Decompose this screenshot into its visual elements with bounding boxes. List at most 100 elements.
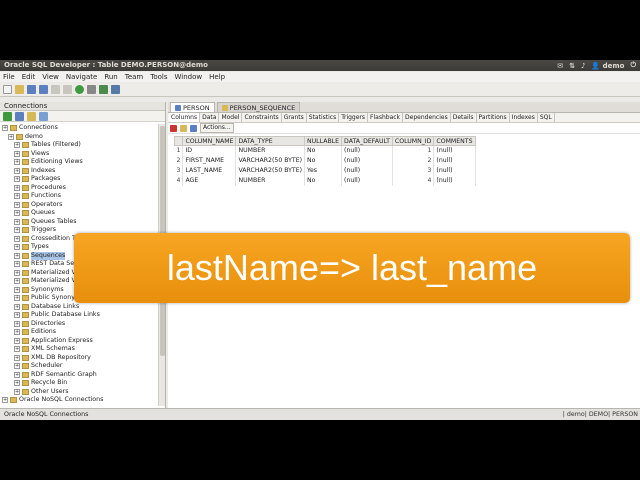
- refresh-grid-icon[interactable]: [190, 124, 197, 132]
- tree-item[interactable]: + Queues: [0, 209, 158, 218]
- tree-item[interactable]: + demo: [0, 133, 158, 142]
- expand-icon[interactable]: +: [14, 193, 20, 200]
- tree-item[interactable]: + Oracle NoSQL Connections: [0, 396, 158, 405]
- filter-icon[interactable]: [27, 111, 36, 121]
- tab-person[interactable]: PERSON: [170, 102, 215, 112]
- expand-icon[interactable]: +: [14, 210, 20, 217]
- sub-tab[interactable]: Indexes: [510, 113, 538, 122]
- grid-cell[interactable]: Yes: [304, 165, 343, 176]
- tree-item[interactable]: + Tables (Filtered): [0, 141, 158, 150]
- table-row[interactable]: 3 LAST_NAME VARCHAR2(50 BYTE) Yes (null) 3 (nu…: [174, 165, 476, 176]
- expand-icon[interactable]: +: [14, 244, 20, 251]
- grid-column-header[interactable]: NULLABLE: [304, 136, 343, 146]
- expand-icon[interactable]: +: [14, 320, 20, 327]
- grid-cell[interactable]: VARCHAR2(50 BYTE): [235, 155, 306, 166]
- grid-cell[interactable]: 2: [174, 155, 184, 166]
- table-row[interactable]: 2 FIRST_NAME VARCHAR2(50 BYTE) No (null) 2 (nu…: [174, 155, 476, 166]
- grid-column-header[interactable]: COLUMN_NAME: [182, 136, 237, 146]
- sub-tab[interactable]: Details: [451, 113, 477, 122]
- tree-item[interactable]: + Editions: [0, 328, 158, 337]
- user-menu[interactable]: 👤 demo: [591, 62, 624, 70]
- grid-column-header[interactable]: COMMENTS: [433, 136, 476, 146]
- expand-icon[interactable]: +: [14, 363, 20, 370]
- tree-item[interactable]: + Other Users: [0, 388, 158, 397]
- grid-cell[interactable]: 1: [174, 145, 184, 156]
- new-icon[interactable]: [3, 85, 12, 94]
- grid-cell[interactable]: (null): [341, 165, 393, 176]
- tree-item[interactable]: + Application Express: [0, 337, 158, 346]
- expand-icon[interactable]: +: [2, 125, 8, 132]
- freeze-icon[interactable]: [170, 124, 177, 132]
- table-row[interactable]: 1 ID NUMBER No (null) 1 (null): [174, 145, 476, 156]
- tree-item[interactable]: + Views: [0, 150, 158, 159]
- tree-item[interactable]: + Connections: [0, 124, 158, 133]
- expand-icon[interactable]: +: [14, 371, 20, 378]
- tree-item[interactable]: + Queues Tables: [0, 218, 158, 227]
- menu-team[interactable]: Team: [125, 73, 144, 81]
- menu-run[interactable]: Run: [104, 73, 117, 81]
- expand-icon[interactable]: +: [14, 261, 20, 268]
- grid-cell[interactable]: (null): [433, 165, 476, 176]
- expand-icon[interactable]: +: [14, 346, 20, 353]
- grid-column-header[interactable]: COLUMN_ID: [391, 136, 435, 146]
- tree-item[interactable]: + XML Schemas: [0, 345, 158, 354]
- tree-item[interactable]: + Operators: [0, 201, 158, 210]
- expand-icon[interactable]: +: [14, 380, 20, 387]
- sub-tab[interactable]: Columns: [169, 113, 201, 122]
- actions-button[interactable]: Actions...: [200, 123, 234, 133]
- expand-icon[interactable]: +: [14, 354, 20, 361]
- grid-cell[interactable]: (null): [433, 155, 476, 166]
- tree-item[interactable]: + RDF Semantic Graph: [0, 371, 158, 380]
- expand-icon[interactable]: +: [14, 286, 20, 293]
- grid-cell[interactable]: LAST_NAME: [182, 165, 237, 176]
- tree-item[interactable]: + XML DB Repository: [0, 354, 158, 363]
- sub-tab[interactable]: Grants: [282, 113, 307, 122]
- expand-icon[interactable]: +: [14, 329, 20, 336]
- monitor-icon[interactable]: [111, 85, 120, 94]
- schema-browser-icon[interactable]: [39, 111, 48, 121]
- debug-icon[interactable]: [87, 85, 96, 94]
- menu-window[interactable]: Window: [175, 73, 203, 81]
- grid-cell[interactable]: No: [304, 175, 343, 186]
- sub-tab[interactable]: Data: [200, 113, 220, 122]
- menu-file[interactable]: File: [3, 73, 15, 81]
- tree-item[interactable]: + Scheduler: [0, 362, 158, 371]
- expand-icon[interactable]: +: [14, 388, 20, 395]
- redo-icon[interactable]: [63, 85, 72, 94]
- grid-cell[interactable]: No: [304, 155, 343, 166]
- sub-tab[interactable]: Constraints: [242, 113, 282, 122]
- tree-item[interactable]: + Packages: [0, 175, 158, 184]
- refresh-icon[interactable]: [15, 111, 24, 121]
- network-icon[interactable]: ⇅: [569, 62, 575, 70]
- volume-icon[interactable]: ♪: [581, 62, 585, 70]
- expand-icon[interactable]: +: [14, 176, 20, 183]
- expand-icon[interactable]: +: [14, 278, 20, 285]
- expand-icon[interactable]: +: [14, 218, 20, 225]
- grid-cell[interactable]: 1: [392, 145, 435, 156]
- save-icon[interactable]: [27, 85, 36, 94]
- expand-icon[interactable]: +: [14, 167, 20, 174]
- tree-item[interactable]: + Editioning Views: [0, 158, 158, 167]
- grid-cell[interactable]: 4: [392, 175, 435, 186]
- expand-icon[interactable]: +: [14, 303, 20, 310]
- run-icon[interactable]: [75, 85, 84, 94]
- power-icon[interactable]: ⏻: [630, 61, 636, 70]
- grid-cell[interactable]: AGE: [182, 175, 237, 186]
- add-connection-icon[interactable]: [3, 111, 12, 121]
- expand-icon[interactable]: +: [14, 227, 20, 234]
- expand-icon[interactable]: +: [14, 184, 20, 191]
- table-row[interactable]: 4 AGE NUMBER No (null) 4 (null): [174, 175, 476, 186]
- grid-cell[interactable]: FIRST_NAME: [182, 155, 237, 166]
- expand-icon[interactable]: +: [8, 133, 14, 140]
- grid-cell[interactable]: (null): [341, 175, 393, 186]
- expand-icon[interactable]: +: [14, 252, 20, 259]
- menu-help[interactable]: Help: [209, 73, 225, 81]
- expand-icon[interactable]: +: [14, 312, 20, 319]
- grid-cell[interactable]: NUMBER: [235, 175, 306, 186]
- tree-item[interactable]: + Indexes: [0, 167, 158, 176]
- grid-column-header[interactable]: [173, 136, 184, 146]
- grid-cell[interactable]: (null): [341, 155, 393, 166]
- edit-icon[interactable]: [180, 124, 187, 132]
- sub-tab[interactable]: Flashback: [368, 113, 404, 122]
- grid-column-header[interactable]: DATA_TYPE: [235, 136, 306, 146]
